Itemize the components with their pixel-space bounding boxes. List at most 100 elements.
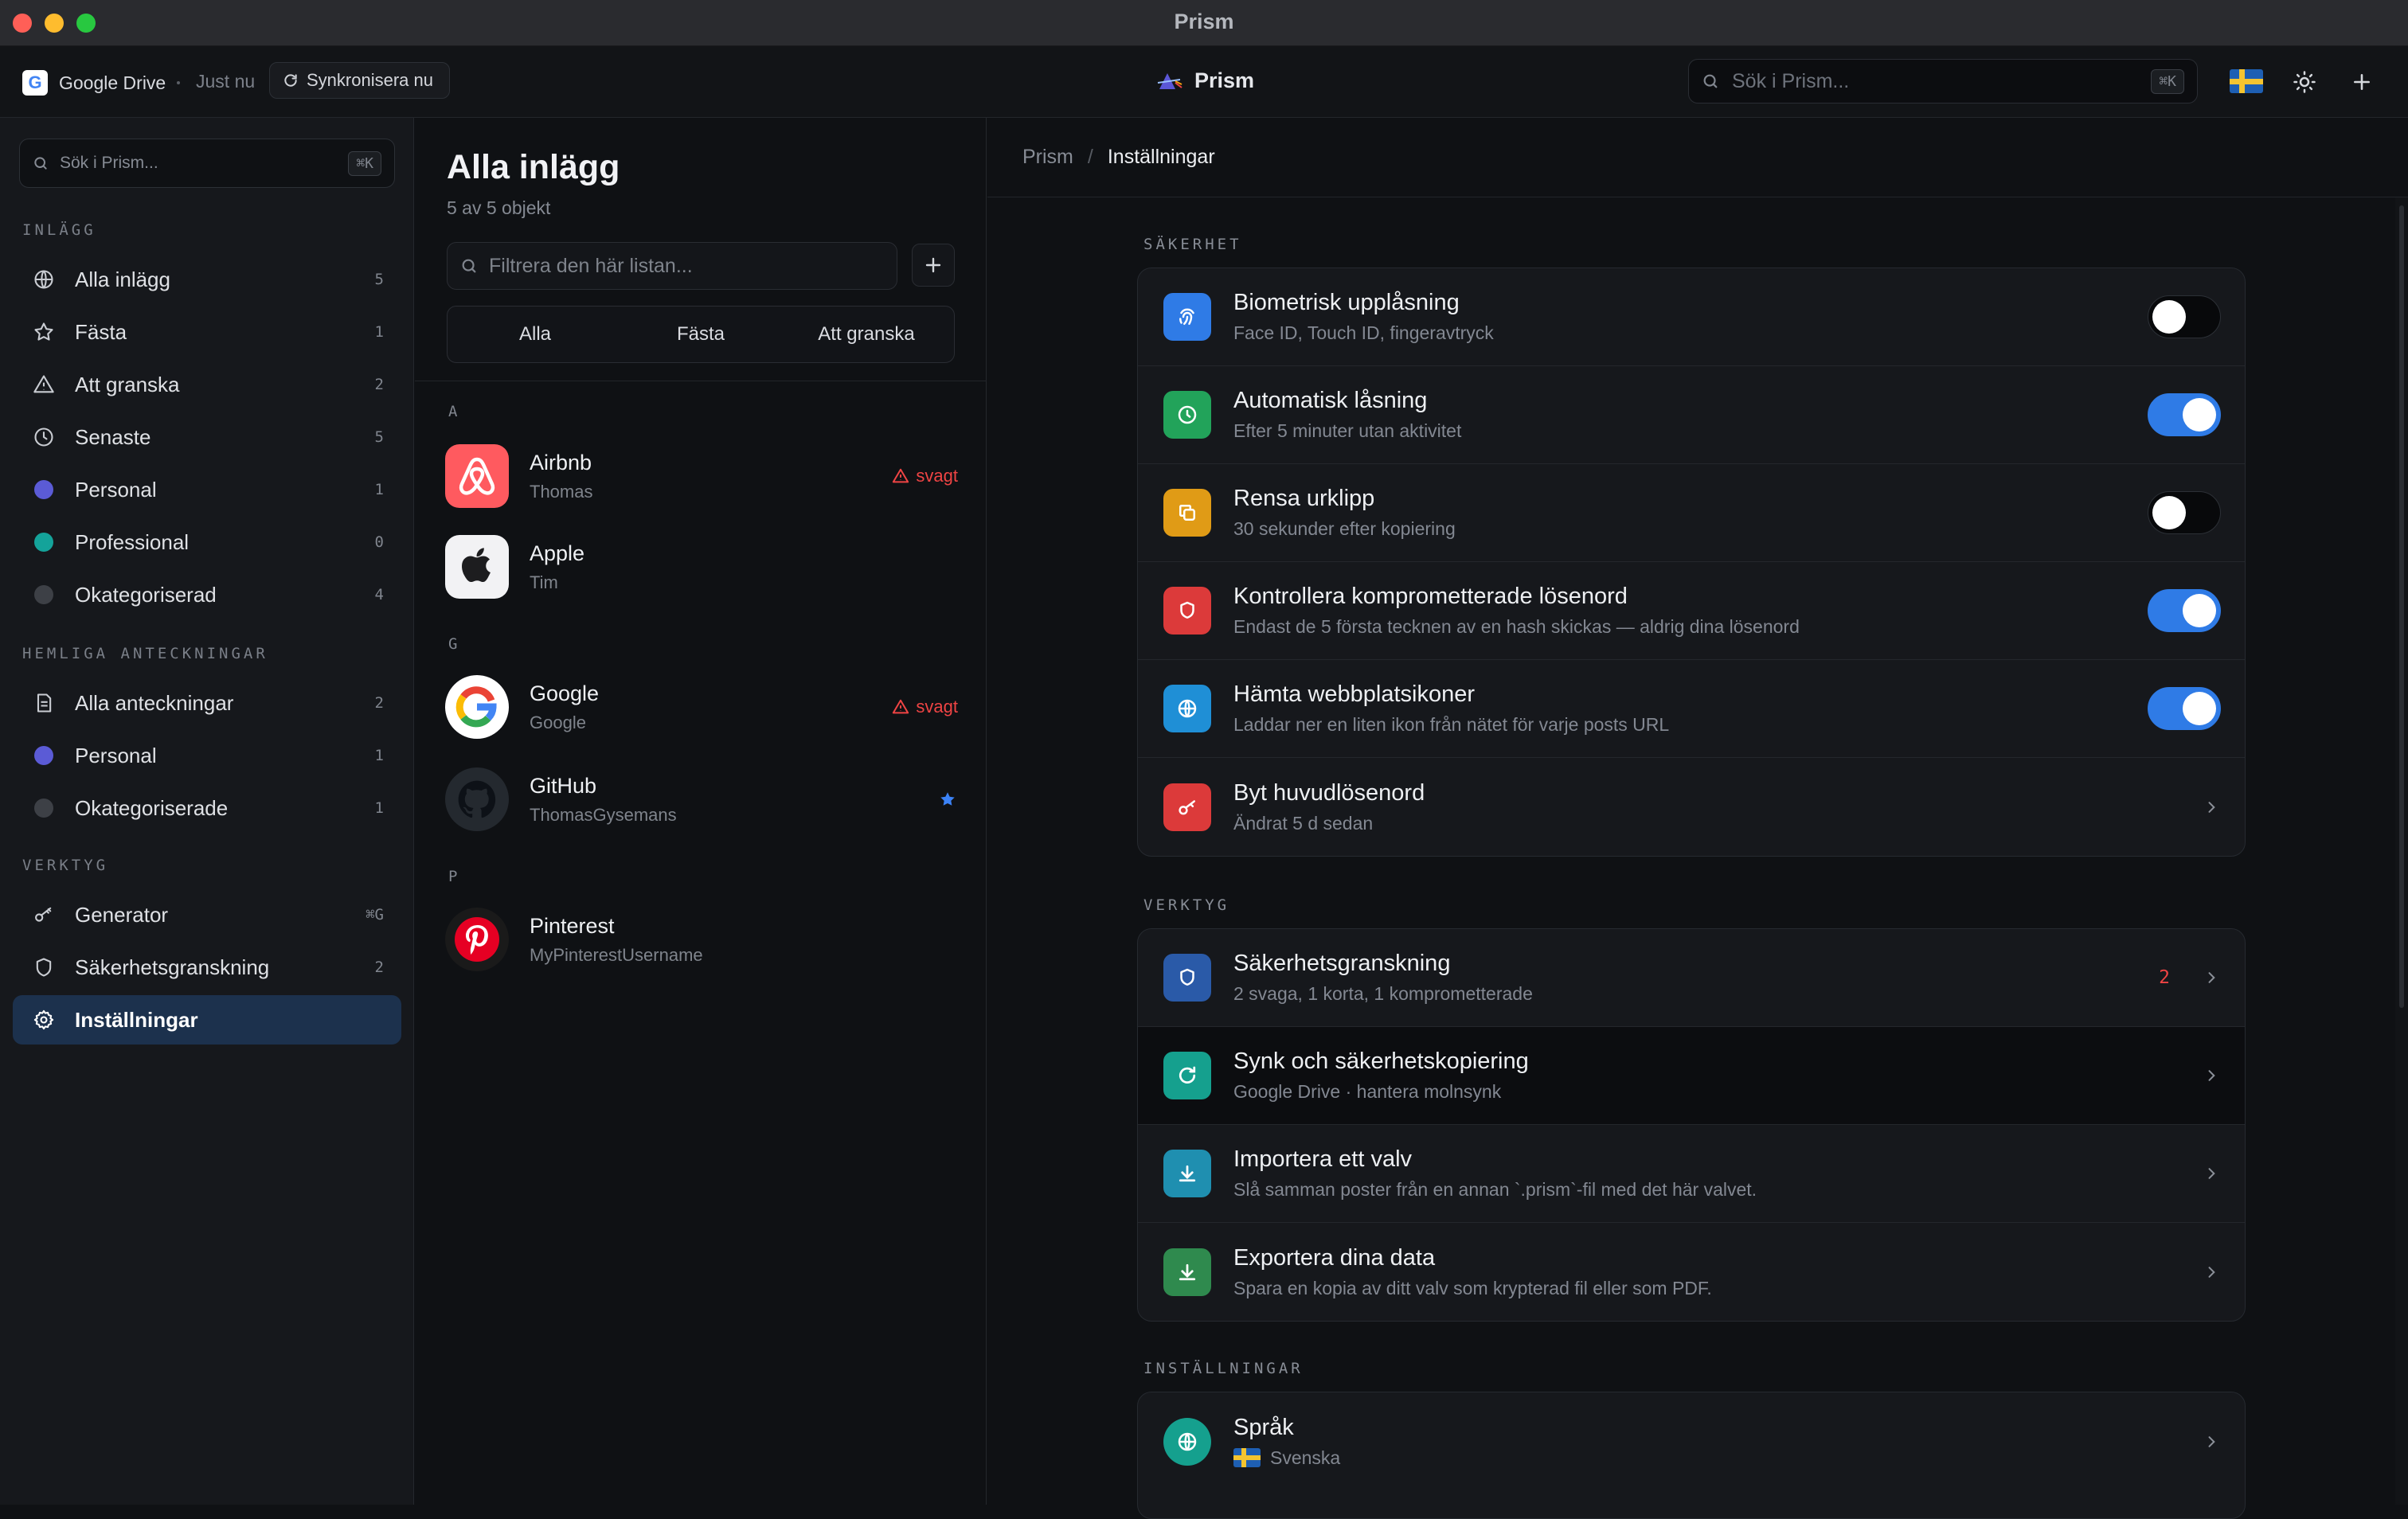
scrollbar-thumb[interactable] xyxy=(2399,205,2404,1008)
sidebar-item-count: 5 xyxy=(374,271,384,288)
setting-row-security-audit[interactable]: Säkerhetsgranskning 2 svaga, 1 korta, 1 … xyxy=(1138,929,2245,1027)
sidebar-item-recent[interactable]: Senaste 5 xyxy=(13,412,401,462)
sidebar-item-count: 2 xyxy=(374,959,384,976)
sync-provider-label: Google Drive xyxy=(59,72,166,93)
list-item-apple[interactable]: Apple Tim xyxy=(445,533,958,600)
check-compromised-toggle[interactable] xyxy=(2148,589,2221,632)
list-filter-tabs: Alla Fästa Att granska xyxy=(447,306,955,363)
warning-icon xyxy=(32,373,56,396)
settings-scrollbar[interactable] xyxy=(2395,197,2408,1505)
sidebar-item-all-posts[interactable]: Alla inlägg 5 xyxy=(13,255,401,304)
sidebar-item-pinned[interactable]: Fästa 1 xyxy=(13,307,401,357)
group-letter: P xyxy=(448,868,458,885)
sidebar-item-to-review[interactable]: Att granska 2 xyxy=(13,360,401,409)
chevron-right-icon xyxy=(2202,968,2221,987)
setting-description: 30 sekunder efter kopiering xyxy=(1233,518,1456,539)
category-color-dot xyxy=(34,746,53,765)
list-item-pinterest[interactable]: Pinterest MyPinterestUsername xyxy=(445,906,958,973)
window-titlebar: Prism xyxy=(0,0,2408,46)
setting-row-language[interactable]: Språk Svenska xyxy=(1138,1392,2245,1490)
sidebar-item-uncategorized[interactable]: Okategoriserad 4 xyxy=(13,570,401,619)
list-item-airbnb[interactable]: Airbnb Thomas svagt xyxy=(445,443,958,510)
sidebar-item-label: Professional xyxy=(75,529,190,554)
setting-row-fetch-favicons[interactable]: Hämta webbplatsikoner Laddar ner en lite… xyxy=(1138,660,2245,758)
sidebar-item-personal[interactable]: Personal 1 xyxy=(13,465,401,514)
biometric-unlock-toggle[interactable] xyxy=(2148,295,2221,338)
new-item-button[interactable] xyxy=(2347,68,2376,96)
list-item-count: 5 av 5 objekt xyxy=(447,197,551,218)
fetch-favicons-toggle[interactable] xyxy=(2148,687,2221,730)
theme-toggle-button[interactable] xyxy=(2290,68,2319,96)
setting-row-check-compromised[interactable]: Kontrollera komprometterade lösenord End… xyxy=(1138,562,2245,660)
settings-panel: Prism / Inställningar SÄKERHET Biometris… xyxy=(987,118,2408,1519)
list-filter-input[interactable]: Filtrera den här listan... xyxy=(447,242,897,290)
list-item-github[interactable]: GitHub ThomasGysemans xyxy=(445,766,958,833)
note-icon xyxy=(32,691,56,715)
sidebar-item-all-notes[interactable]: Alla anteckningar 2 xyxy=(13,678,401,728)
language-flag-button[interactable] xyxy=(2230,69,2263,93)
breadcrumb-current: Inställningar xyxy=(1107,146,1215,168)
sun-icon xyxy=(2293,71,2316,93)
add-entry-button[interactable] xyxy=(912,244,955,287)
setting-description: Laddar ner en liten ikon från nätet för … xyxy=(1233,714,1670,735)
sidebar-item-label: Att granska xyxy=(75,372,180,396)
sidebar-item-count: 1 xyxy=(374,799,384,817)
sidebar-search-shortcut: ⌘K xyxy=(348,150,381,176)
section-heading-settings: INSTÄLLNINGAR xyxy=(1143,1360,1304,1377)
section-heading-tools: VERKTYG xyxy=(22,857,109,874)
tab-pinned[interactable]: Fästa xyxy=(618,311,784,357)
plus-icon xyxy=(925,257,941,273)
fingerprint-icon xyxy=(1163,293,1211,341)
last-sync-time: Just nu xyxy=(196,71,256,92)
app-brand: Prism xyxy=(1156,68,1254,93)
tab-to-review[interactable]: Att granska xyxy=(784,311,949,357)
app-toolbar: G Google Drive Just nu Synkronisera nu P… xyxy=(0,46,2408,118)
swedish-flag-icon xyxy=(1233,1448,1261,1467)
sidebar-item-generator[interactable]: Generator ⌘G xyxy=(13,890,401,939)
setting-row-change-master-password[interactable]: Byt huvudlösenord Ändrat 5 d sedan xyxy=(1138,758,2245,856)
setting-row-clear-clipboard[interactable]: Rensa urklipp 30 sekunder efter kopierin… xyxy=(1138,464,2245,562)
sidebar-item-count: 1 xyxy=(374,747,384,764)
global-search-placeholder: Sök i Prism... xyxy=(1732,69,1850,92)
issue-count-badge: 2 xyxy=(2159,967,2170,988)
section-heading-secret-notes: HEMLIGA ANTECKNINGAR xyxy=(22,645,268,662)
global-search-input[interactable]: Sök i Prism... ⌘K xyxy=(1688,59,2198,103)
app-name: Prism xyxy=(1194,68,1255,92)
setting-row-biometric-unlock[interactable]: Biometrisk upplåsning Face ID, Touch ID,… xyxy=(1138,268,2245,366)
shield-icon xyxy=(1163,954,1211,1002)
sidebar-search-input[interactable]: Sök i Prism... ⌘K xyxy=(19,139,395,188)
sidebar-item-count: 2 xyxy=(374,376,384,393)
language-value: Svenska xyxy=(1233,1447,2202,1469)
sidebar-item-professional[interactable]: Professional 0 xyxy=(13,517,401,567)
weak-password-label: svagt xyxy=(916,466,958,486)
pinterest-logo xyxy=(445,908,509,971)
list-item-google[interactable]: Google Google svagt xyxy=(445,674,958,740)
sidebar-item-notes-uncategorized[interactable]: Okategoriserade 1 xyxy=(13,783,401,833)
github-logo xyxy=(445,767,509,831)
sidebar-item-shortcut: ⌘G xyxy=(366,906,384,924)
entry-username: Tim xyxy=(530,572,558,592)
category-color-dot xyxy=(34,585,53,604)
sync-now-button[interactable]: Synkronisera nu xyxy=(269,62,450,99)
sidebar-item-notes-personal[interactable]: Personal 1 xyxy=(13,731,401,780)
search-icon xyxy=(34,157,47,170)
clear-clipboard-toggle[interactable] xyxy=(2148,491,2221,534)
setting-title: Automatisk låsning xyxy=(1233,388,1428,413)
sidebar-item-label: Säkerhetsgranskning xyxy=(75,955,270,979)
tab-all[interactable]: Alla xyxy=(452,311,618,357)
setting-row-import-vault[interactable]: Importera ett valv Slå samman poster frå… xyxy=(1138,1125,2245,1223)
setting-row-export-data[interactable]: Exportera dina data Spara en kopia av di… xyxy=(1138,1223,2245,1321)
setting-row-auto-lock[interactable]: Automatisk låsning Efter 5 minuter utan … xyxy=(1138,366,2245,464)
sync-icon xyxy=(1163,1052,1211,1099)
google-drive-icon: G xyxy=(22,70,48,96)
globe-icon xyxy=(32,267,56,291)
sidebar-item-security-audit[interactable]: Säkerhetsgranskning 2 xyxy=(13,943,401,992)
auto-lock-toggle[interactable] xyxy=(2148,393,2221,436)
sidebar-item-label: Okategoriserad xyxy=(75,582,217,607)
entry-username: Thomas xyxy=(530,481,593,502)
sidebar-item-label: Alla anteckningar xyxy=(75,690,234,715)
sidebar-item-settings[interactable]: Inställningar xyxy=(13,995,401,1045)
breadcrumb-root[interactable]: Prism xyxy=(1022,146,1073,169)
setting-row-sync-backup[interactable]: Synk och säkerhetskopiering Google Drive… xyxy=(1138,1027,2245,1125)
setting-title: Exportera dina data xyxy=(1233,1244,1436,1271)
